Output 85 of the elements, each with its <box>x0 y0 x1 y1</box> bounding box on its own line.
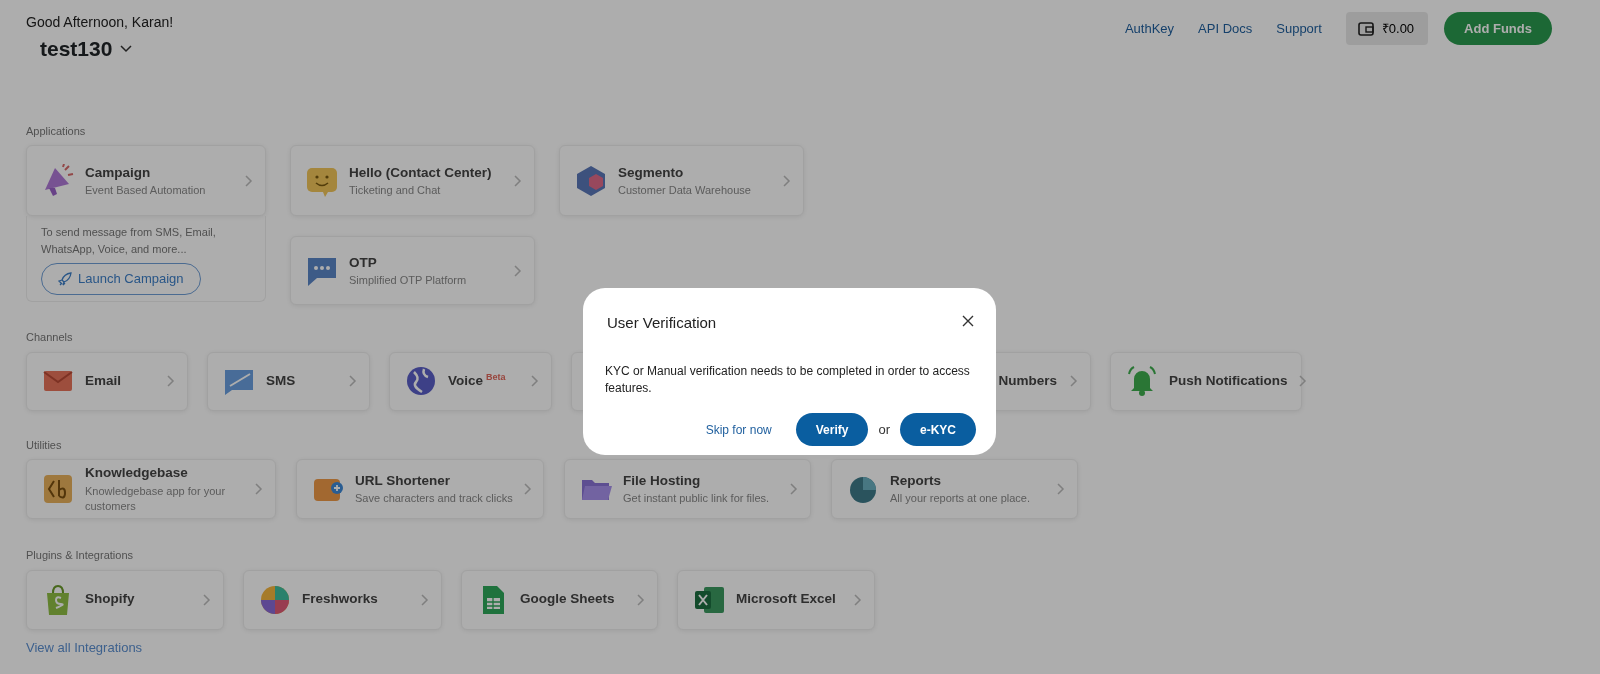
app-card[interactable]: URL Shortener Save characters and track clicks <box>296 459 544 519</box>
card-subtitle: Get instant public link for files. <box>623 491 770 507</box>
dialog-message: KYC or Manual verification needs to be completed in order to access features. <box>605 362 971 397</box>
section-label: Applications <box>26 123 87 139</box>
nav-link[interactable]: API Docs <box>1198 18 1253 39</box>
app-card[interactable]: Knowledgebase Knowledgebase app for your customers <box>26 459 276 519</box>
campaign-description: To send message from SMS, Email, WhatsApp, Voice, and more... <box>41 225 217 257</box>
app-card[interactable]: Campaign Event Based Automation <box>26 145 266 216</box>
chevron-right-icon <box>244 173 253 188</box>
chevron-right-icon <box>420 592 429 607</box>
card-subtitle: Event Based Automation <box>85 182 206 198</box>
add-funds-button[interactable]: Add Funds <box>1444 12 1552 45</box>
chevron-right-icon <box>530 374 539 388</box>
card-title: Campaign <box>85 163 152 182</box>
rocket-icon <box>58 272 72 286</box>
verify-button[interactable]: Verify <box>795 413 869 447</box>
beta-label: Beta <box>486 371 506 382</box>
chevron-right-icon <box>1297 374 1307 388</box>
ekyc-button[interactable]: e-KYC <box>900 413 976 447</box>
chevron-right-icon <box>522 482 532 496</box>
card-title: Hello (Contact Center) <box>349 163 492 182</box>
chevron-right-icon <box>254 482 263 496</box>
account-dropdown[interactable]: test130 <box>40 33 133 65</box>
close-icon <box>962 314 974 327</box>
nav-link[interactable]: Support <box>1276 18 1322 39</box>
card-subtitle: Save characters and track clicks <box>355 491 513 507</box>
section-label: Channels <box>26 330 74 345</box>
nav-link[interactable]: AuthKey <box>1124 18 1175 39</box>
app-card[interactable]: Voice Beta <box>389 351 552 411</box>
app-card[interactable]: Email <box>26 351 188 411</box>
chevron-right-icon <box>853 592 862 607</box>
card-title: Shopify <box>85 590 135 609</box>
app-card[interactable]: Freshworks <box>243 569 442 630</box>
chevron-right-icon <box>513 173 522 188</box>
app-card[interactable]: Hello (Contact Center) Ticketing and Chat <box>290 145 535 216</box>
card-subtitle: Knowledgebase app for your customers <box>85 483 227 515</box>
card-title: File Hosting <box>623 472 702 491</box>
globe-icon <box>404 364 438 398</box>
chevron-right-icon <box>789 482 798 496</box>
app-card[interactable]: Microsoft Excel <box>677 569 875 630</box>
hexagon-icon <box>574 163 608 198</box>
chevron-right-icon <box>1069 374 1078 388</box>
chevron-right-icon <box>782 173 791 188</box>
wallet-icon <box>1357 20 1374 37</box>
chevron-right-icon <box>348 374 357 388</box>
card-subtitle: Simplified OTP Platform <box>349 272 467 288</box>
card-title: Voice <box>448 372 483 388</box>
card-subtitle: All your reports at one place. <box>890 491 1031 507</box>
app-card[interactable]: Reports All your reports at one place. <box>831 459 1078 519</box>
card-subtitle: Customer Data Warehouse <box>618 182 751 198</box>
wallet-button[interactable]: ₹0.00 <box>1345 12 1429 45</box>
app-card[interactable]: Shopify <box>26 569 224 630</box>
kb-book-icon <box>41 472 75 506</box>
or-text: or <box>878 421 890 440</box>
chevron-right-icon <box>636 592 645 607</box>
card-title: Segmento <box>618 163 685 182</box>
chevron-down-icon <box>120 44 133 53</box>
greeting-text: Good Afternoon, Karan! <box>26 13 174 32</box>
app-card[interactable]: Segmento Customer Data Warehouse <box>559 145 804 216</box>
section-label: Utilities <box>26 437 63 453</box>
chevron-right-icon <box>202 592 211 607</box>
launch-campaign-button[interactable]: Launch Campaign <box>41 263 201 295</box>
card-title: Microsoft Excel <box>736 590 836 609</box>
chevron-right-icon <box>1056 482 1065 496</box>
chevron-right-icon <box>166 374 175 388</box>
card-title: URL Shortener <box>355 472 451 491</box>
card-title: Knowledgebase <box>85 464 189 483</box>
card-title: Freshworks <box>302 590 378 609</box>
card-title: Numbers <box>998 371 1057 390</box>
bell-icon <box>1125 364 1159 398</box>
card-subtitle: Ticketing and Chat <box>349 182 442 198</box>
app-card[interactable]: SMS <box>207 351 370 411</box>
card-title: Email <box>85 371 122 390</box>
app-card[interactable]: OTP Simplified OTP Platform <box>290 236 535 305</box>
card-title: Push Notifications <box>1169 371 1288 390</box>
card-title: SMS <box>266 371 296 390</box>
card-title: Reports <box>890 472 942 491</box>
app-card[interactable]: Google Sheets <box>461 569 658 630</box>
skip-link[interactable]: Skip for now <box>705 420 772 439</box>
section-label: Plugins & Integrations <box>26 548 134 563</box>
dialog-title: User Verification <box>607 313 717 333</box>
chevron-right-icon <box>513 263 522 278</box>
card-title: Google Sheets <box>520 590 615 609</box>
card-title: OTP <box>349 253 378 272</box>
app-card[interactable]: File Hosting Get instant public link for files. <box>564 459 811 519</box>
